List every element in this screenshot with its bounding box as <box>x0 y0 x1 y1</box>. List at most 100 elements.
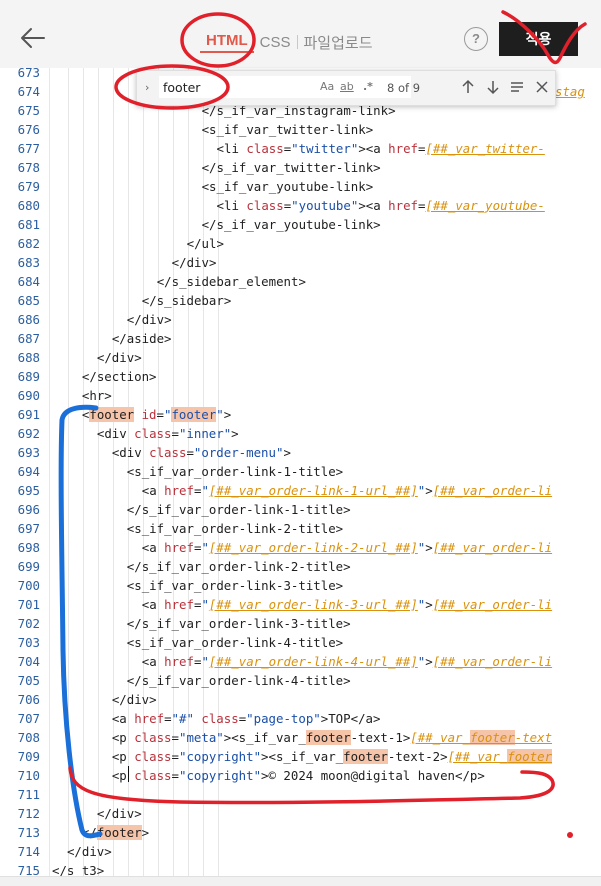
match-case-toggle[interactable]: Aa <box>320 80 334 93</box>
match-count: 8 of 9 <box>387 81 421 95</box>
line-number: 678 <box>17 160 40 175</box>
code-line[interactable]: 677 <li class="twitter"><a href=[##_var_t… <box>0 139 601 158</box>
code-line[interactable]: 687 </aside> <box>0 329 601 348</box>
code-line[interactable]: 683 </div> <box>0 253 601 272</box>
code-line[interactable]: 707 <a href="#" class="page-top">TOP</a> <box>0 709 601 728</box>
code-line[interactable]: 712 </div> <box>0 804 601 823</box>
code-text: <li class="youtube"><a href=[##_var_yout… <box>216 198 545 213</box>
code-line[interactable]: 714 </div> <box>0 842 601 861</box>
line-number: 699 <box>17 559 40 574</box>
code-line[interactable]: 676 <s_if_var_twitter-link> <box>0 120 601 139</box>
close-icon[interactable] <box>533 78 551 96</box>
line-number: 708 <box>17 730 40 745</box>
code-line[interactable]: 697 <s_if_var_order-link-2-title> <box>0 519 601 538</box>
arrow-up-icon[interactable] <box>459 78 477 96</box>
line-number: 673 <box>17 68 40 80</box>
code-line[interactable]: 713 </footer> <box>0 823 601 842</box>
find-input[interactable] <box>159 76 411 98</box>
apply-button[interactable]: 적용 <box>499 22 578 56</box>
code-line[interactable]: 689 </section> <box>0 367 601 386</box>
code-line[interactable]: 696 </s_if_var_order-link-1-title> <box>0 500 601 519</box>
line-number: 705 <box>17 673 40 688</box>
code-line[interactable]: 694 <s_if_var_order-link-1-title> <box>0 462 601 481</box>
line-number: 676 <box>17 122 40 137</box>
line-number: 677 <box>17 141 40 156</box>
code-text: </section> <box>81 369 157 384</box>
tab-html[interactable]: HTML <box>200 32 254 53</box>
line-number: 690 <box>17 388 40 403</box>
code-text: <p class="copyright">© 2024 moon@digital… <box>111 768 485 783</box>
code-line[interactable]: 701 <a href="[##_var_order-link-3-url_##]… <box>0 595 601 614</box>
expand-chevron-icon[interactable]: › <box>145 81 149 94</box>
code-line[interactable]: 681 </s_if_var_youtube-link> <box>0 215 601 234</box>
code-text: </s_if_var_order-link-1-title> <box>126 502 351 517</box>
code-line[interactable]: 699 </s_if_var_order-link-2-title> <box>0 557 601 576</box>
line-number: 698 <box>17 540 40 555</box>
find-in-selection-icon[interactable] <box>508 78 526 96</box>
tab-css[interactable]: CSS <box>254 34 297 51</box>
code-text: </div> <box>111 692 157 707</box>
code-line[interactable]: 702 </s_if_var_order-link-3-title> <box>0 614 601 633</box>
line-number: 696 <box>17 502 40 517</box>
code-line[interactable]: 711 <box>0 785 601 804</box>
code-text: <s_if_var_order-link-1-title> <box>126 464 344 479</box>
code-line[interactable]: 692 <div class="inner"> <box>0 424 601 443</box>
code-line[interactable]: 705 </s_if_var_order-link-4-title> <box>0 671 601 690</box>
code-text: </s_if_var_order-link-3-title> <box>126 616 351 631</box>
code-line[interactable]: 703 <s_if_var_order-link-4-title> <box>0 633 601 652</box>
code-text: <li class="twitter"><a href=[##_var_twit… <box>216 141 545 156</box>
code-line[interactable]: 685 </s_sidebar> <box>0 291 601 310</box>
code-text: </aside> <box>111 331 172 346</box>
code-line[interactable]: 700 <s_if_var_order-link-3-title> <box>0 576 601 595</box>
code-text: </s_if_var_order-link-2-title> <box>126 559 351 574</box>
code-text: </s_if_var_twitter-link> <box>201 160 381 175</box>
line-number: 709 <box>17 749 40 764</box>
find-widget: › Aa ab .* 8 of 9 <box>136 70 556 106</box>
code-line[interactable]: 684 </s_sidebar_element> <box>0 272 601 291</box>
code-text: </div> <box>126 312 172 327</box>
regex-toggle[interactable]: .* <box>363 80 373 93</box>
line-number: 679 <box>17 179 40 194</box>
help-icon[interactable]: ? <box>464 27 488 51</box>
line-number: 682 <box>17 236 40 251</box>
line-number: 707 <box>17 711 40 726</box>
code-text: <a href="#" class="page-top">TOP</a> <box>111 711 381 726</box>
tab-file-upload[interactable]: 파일업로드 <box>298 32 379 53</box>
code-text: <s_if_var_order-link-3-title> <box>126 578 344 593</box>
code-line[interactable]: 698 <a href="[##_var_order-link-2-url_##]… <box>0 538 601 557</box>
code-line[interactable]: 708 <p class="meta"><s_if_var_footer-text… <box>0 728 601 747</box>
code-line[interactable]: 686 </div> <box>0 310 601 329</box>
code-text: </s_t3> <box>52 863 105 876</box>
code-text: <s_if_var_youtube-link> <box>201 179 374 194</box>
arrow-down-icon[interactable] <box>484 78 502 96</box>
code-line[interactable]: 693 <div class="order-menu"> <box>0 443 601 462</box>
code-editor[interactable]: 673 674 675 </s_if_var_instagram-link> 676 <s… <box>0 68 601 876</box>
code-line[interactable]: 678 </s_if_var_twitter-link> <box>0 158 601 177</box>
code-text: </s_if_var_order-link-4-title> <box>126 673 351 688</box>
code-line[interactable]: 710 <p class="copyright">© 2024 moon@digi… <box>0 766 601 785</box>
code-line[interactable]: 688 </div> <box>0 348 601 367</box>
line-number: 715 <box>17 863 40 876</box>
code-text: </s_if_var_youtube-link> <box>201 217 381 232</box>
whole-word-toggle[interactable]: ab <box>340 80 354 93</box>
back-arrow-icon[interactable] <box>18 24 48 52</box>
line-number: 702 <box>17 616 40 631</box>
code-line[interactable]: 691 <footer id="footer"> <box>0 405 601 424</box>
code-text: </footer> <box>81 825 150 840</box>
code-line[interactable]: 704 <a href="[##_var_order-link-4-url_##]… <box>0 652 601 671</box>
code-line[interactable]: 680 <li class="youtube"><a href=[##_var_y… <box>0 196 601 215</box>
code-line[interactable]: 695 <a href="[##_var_order-link-1-url_##]… <box>0 481 601 500</box>
code-line[interactable]: 690 <hr> <box>0 386 601 405</box>
code-text: <footer id="footer"> <box>81 407 232 422</box>
line-number: 675 <box>17 103 40 118</box>
code-line[interactable]: 715 </s_t3> <box>0 861 601 876</box>
code-line[interactable]: 682 </ul> <box>0 234 601 253</box>
code-line[interactable]: 679 <s_if_var_youtube-link> <box>0 177 601 196</box>
code-text: <a href="[##_var_order-link-4-url_##]">[… <box>141 654 553 669</box>
code-text: </div> <box>171 255 217 270</box>
code-line[interactable]: 709 <p class="copyright"><s_if_var_footer… <box>0 747 601 766</box>
text-cursor <box>128 766 129 782</box>
line-number: 680 <box>17 198 40 213</box>
code-text: <s_if_var_order-link-4-title> <box>126 635 344 650</box>
code-line[interactable]: 706 </div> <box>0 690 601 709</box>
